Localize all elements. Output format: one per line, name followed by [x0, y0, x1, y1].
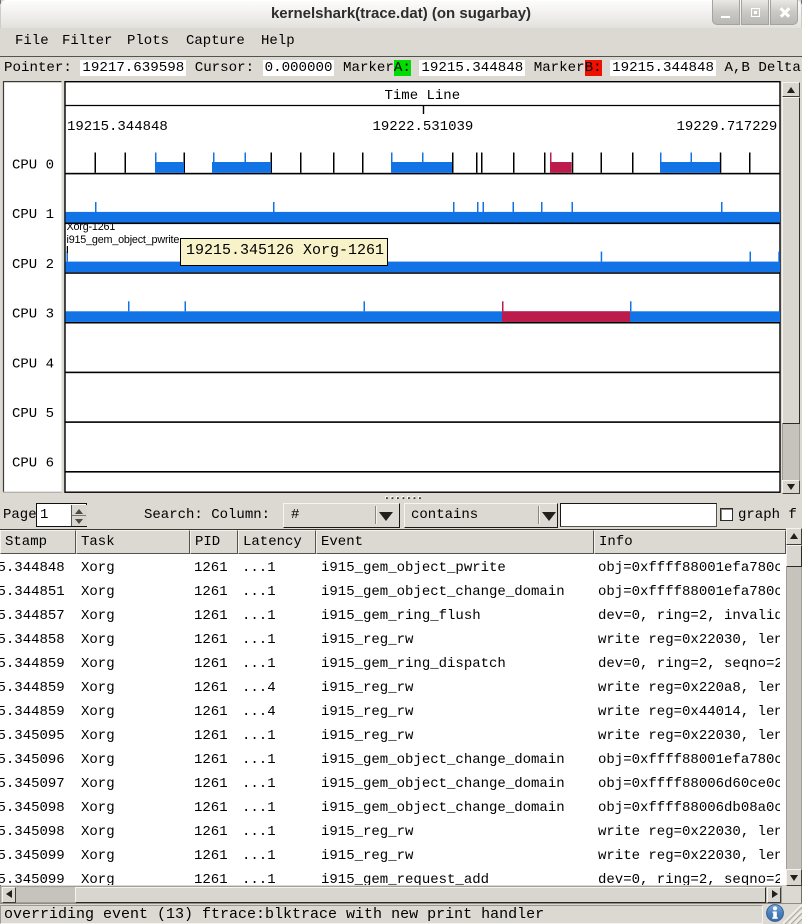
svg-text:19229.717229: 19229.717229	[677, 119, 778, 135]
svg-text:CPU 6: CPU 6	[12, 456, 54, 472]
svg-text:Time Line: Time Line	[385, 88, 461, 104]
svg-text:CPU 4: CPU 4	[12, 356, 54, 372]
svg-text:CPU 5: CPU 5	[12, 406, 54, 422]
svg-text:CPU 2: CPU 2	[12, 257, 54, 273]
svg-text:CPU 1: CPU 1	[12, 207, 54, 223]
svg-text:CPU 0: CPU 0	[12, 158, 54, 174]
svg-text:CPU 3: CPU 3	[12, 307, 54, 323]
svg-text:19222.531039: 19222.531039	[373, 119, 474, 135]
svg-text:19215.344848: 19215.344848	[67, 119, 168, 135]
